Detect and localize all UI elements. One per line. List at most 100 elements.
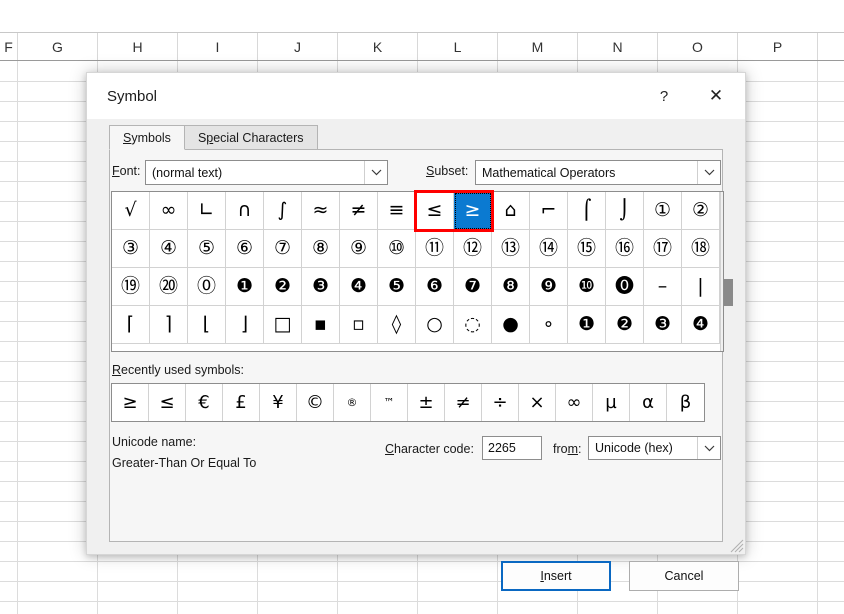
- symbol-cell[interactable]: ∫: [264, 192, 302, 230]
- recent-symbols-grid[interactable]: ≥≤€£¥©®™±≠÷×∞µαβ: [111, 383, 705, 422]
- symbol-cell[interactable]: ⑪: [416, 230, 454, 268]
- symbol-cell[interactable]: ⑤: [188, 230, 226, 268]
- symbol-cell[interactable]: ∩: [226, 192, 264, 230]
- symbol-cell[interactable]: ▪: [302, 306, 340, 344]
- recent-symbol-cell[interactable]: ™: [371, 384, 408, 421]
- symbol-cell[interactable]: ≡: [378, 192, 416, 230]
- symbol-cell[interactable]: ∘: [530, 306, 568, 344]
- recent-symbol-cell[interactable]: ®: [334, 384, 371, 421]
- symbol-cell[interactable]: ⑬: [492, 230, 530, 268]
- symbol-cell[interactable]: |: [682, 268, 720, 306]
- column-header-h[interactable]: H: [98, 33, 178, 60]
- help-icon[interactable]: ?: [641, 73, 687, 119]
- recent-symbol-cell[interactable]: ∞: [556, 384, 593, 421]
- symbol-cell[interactable]: ⑭: [530, 230, 568, 268]
- symbol-cell[interactable]: ②: [682, 192, 720, 230]
- symbol-cell[interactable]: ≤: [416, 192, 454, 230]
- recent-symbol-cell[interactable]: ¥: [260, 384, 297, 421]
- symbol-grid-container[interactable]: √∞∟∩∫≈≠≡≤≥⌂⌐⌠⌡①②③④⑤⑥⑦⑧⑨⑩⑪⑫⑬⑭⑮⑯⑰⑱⑲⑳⓪❶❷❸❹❺…: [111, 191, 724, 352]
- symbol-cell[interactable]: ❺: [378, 268, 416, 306]
- recent-symbol-cell[interactable]: ≥: [112, 384, 149, 421]
- symbol-cell[interactable]: ⑦: [264, 230, 302, 268]
- column-header-n[interactable]: N: [578, 33, 658, 60]
- recent-symbol-cell[interactable]: €: [186, 384, 223, 421]
- symbol-cell[interactable]: ④: [150, 230, 188, 268]
- symbol-cell[interactable]: ⌡: [606, 192, 644, 230]
- recent-symbol-cell[interactable]: β: [667, 384, 704, 421]
- chevron-down-icon[interactable]: [697, 161, 720, 184]
- recent-symbol-cell[interactable]: ÷: [482, 384, 519, 421]
- font-combo[interactable]: (normal text): [145, 160, 388, 185]
- symbol-cell[interactable]: ⑮: [568, 230, 606, 268]
- symbol-cell[interactable]: ◌: [454, 306, 492, 344]
- symbol-cell[interactable]: ⑨: [340, 230, 378, 268]
- symbol-cell[interactable]: ❷: [606, 306, 644, 344]
- resize-grip-icon[interactable]: [730, 539, 744, 553]
- symbol-cell[interactable]: ⑧: [302, 230, 340, 268]
- column-header-p[interactable]: P: [738, 33, 818, 60]
- symbol-cell[interactable]: ⑳: [150, 268, 188, 306]
- symbol-cell[interactable]: ⌉: [150, 306, 188, 344]
- symbol-cell[interactable]: ❷: [264, 268, 302, 306]
- symbol-cell[interactable]: ⌐: [530, 192, 568, 230]
- symbol-cell[interactable]: ①: [644, 192, 682, 230]
- recent-symbol-cell[interactable]: ©: [297, 384, 334, 421]
- symbol-cell[interactable]: ❹: [682, 306, 720, 344]
- symbol-cell[interactable]: ⌊: [188, 306, 226, 344]
- column-header-k[interactable]: K: [338, 33, 418, 60]
- symbol-cell[interactable]: ❼: [454, 268, 492, 306]
- column-header-m[interactable]: M: [498, 33, 578, 60]
- symbol-cell[interactable]: ⑰: [644, 230, 682, 268]
- symbol-cell[interactable]: ❹: [340, 268, 378, 306]
- subset-combo[interactable]: Mathematical Operators: [475, 160, 721, 185]
- recent-symbol-cell[interactable]: α: [630, 384, 667, 421]
- symbol-cell[interactable]: –: [644, 268, 682, 306]
- symbol-cell[interactable]: □: [264, 306, 302, 344]
- symbol-cell[interactable]: √: [112, 192, 150, 230]
- symbol-cell[interactable]: ≥: [454, 192, 492, 230]
- symbol-cell[interactable]: ⌈: [112, 306, 150, 344]
- recent-symbol-cell[interactable]: ≠: [445, 384, 482, 421]
- column-header-g[interactable]: G: [18, 33, 98, 60]
- symbol-cell[interactable]: ≈: [302, 192, 340, 230]
- chevron-down-icon[interactable]: [364, 161, 387, 184]
- symbol-cell[interactable]: ❶: [568, 306, 606, 344]
- symbol-cell[interactable]: ∞: [150, 192, 188, 230]
- recent-symbol-cell[interactable]: ×: [519, 384, 556, 421]
- column-header-l[interactable]: L: [418, 33, 498, 60]
- symbol-cell[interactable]: ⑲: [112, 268, 150, 306]
- symbol-cell[interactable]: ③: [112, 230, 150, 268]
- symbol-cell[interactable]: ❻: [416, 268, 454, 306]
- scrollbar-thumb[interactable]: [724, 279, 733, 306]
- tab-symbols[interactable]: Symbols: [109, 125, 185, 150]
- symbol-grid[interactable]: √∞∟∩∫≈≠≡≤≥⌂⌐⌠⌡①②③④⑤⑥⑦⑧⑨⑩⑪⑫⑬⑭⑮⑯⑰⑱⑲⑳⓪❶❷❸❹❺…: [112, 192, 720, 351]
- recent-symbol-cell[interactable]: £: [223, 384, 260, 421]
- symbol-cell[interactable]: ⌋: [226, 306, 264, 344]
- column-header-i[interactable]: I: [178, 33, 258, 60]
- dialog-titlebar[interactable]: Symbol ? ✕: [87, 73, 745, 119]
- symbol-cell[interactable]: ⑱: [682, 230, 720, 268]
- symbol-cell[interactable]: ⑯: [606, 230, 644, 268]
- symbol-cell[interactable]: ⌂: [492, 192, 530, 230]
- symbol-cell[interactable]: ⑫: [454, 230, 492, 268]
- close-icon[interactable]: ✕: [693, 73, 739, 119]
- symbol-cell[interactable]: ❸: [302, 268, 340, 306]
- recent-symbol-cell[interactable]: ±: [408, 384, 445, 421]
- tab-special-characters[interactable]: Special Characters: [184, 125, 318, 150]
- symbol-cell[interactable]: ≠: [340, 192, 378, 230]
- symbol-cell[interactable]: ❶: [226, 268, 264, 306]
- recent-symbol-cell[interactable]: ≤: [149, 384, 186, 421]
- symbol-cell[interactable]: ❿: [568, 268, 606, 306]
- symbol-cell[interactable]: ⓿: [606, 268, 644, 306]
- symbol-cell[interactable]: ●: [492, 306, 530, 344]
- cancel-button[interactable]: Cancel: [629, 561, 739, 591]
- chevron-down-icon[interactable]: [697, 437, 720, 459]
- symbol-cell[interactable]: ⑥: [226, 230, 264, 268]
- symbol-cell[interactable]: ⓪: [188, 268, 226, 306]
- symbol-cell[interactable]: ⌠: [568, 192, 606, 230]
- column-header-j[interactable]: J: [258, 33, 338, 60]
- symbol-cell[interactable]: ○: [416, 306, 454, 344]
- symbol-cell[interactable]: ▫: [340, 306, 378, 344]
- insert-button[interactable]: Insert: [501, 561, 611, 591]
- character-code-input[interactable]: 2265: [482, 436, 542, 460]
